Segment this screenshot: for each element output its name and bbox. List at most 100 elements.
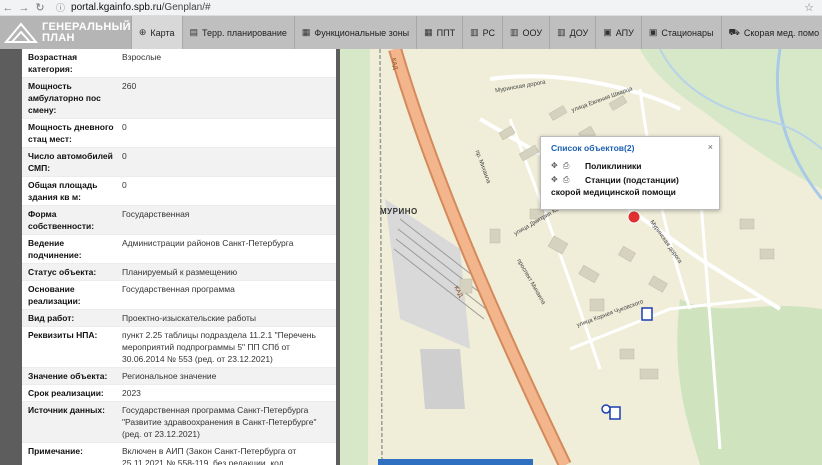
popup-item-label: скорой медицинской помощи	[551, 187, 676, 197]
popup-item-ambulance-stations-cont: скорой медицинской помощи	[551, 187, 676, 197]
book-icon: ▥	[557, 27, 566, 37]
attribute-name: Источник данных:	[28, 405, 105, 415]
attribute-name: Форма собственности:	[28, 209, 95, 231]
table-row: Мощность амбулаторно пос смену: 260	[22, 78, 336, 119]
logo-line-1: ГЕНЕРАЛЬНЫЙ	[42, 20, 131, 33]
attribute-value: пункт 2.25 таблицы подраздела 11.2.1 "Пе…	[122, 330, 316, 364]
table-row: Число автомобилей СМП: 0	[22, 148, 336, 177]
tab-hospitals[interactable]: ▣ Стационары	[640, 16, 721, 49]
attribute-value: Администрации районов Санкт-Петербурга	[122, 238, 294, 248]
popup-item-polyclinics[interactable]: ✥ ⎙ Поликлиники	[551, 161, 642, 171]
tab-territorial-planning[interactable]: ▤ Терр. планирование	[181, 16, 294, 49]
attribute-value: Региональное значение	[122, 371, 217, 381]
file-icon: ▥	[470, 27, 479, 37]
tab-label: Терр. планирование	[202, 27, 287, 38]
book-icon: ▥	[510, 27, 519, 37]
map-canvas	[340, 49, 822, 465]
tab-label: Скорая мед. помо	[743, 27, 820, 38]
app-logo[interactable]: ГЕНЕРАЛЬНЫЙ ПЛАН	[0, 16, 131, 49]
tab-map[interactable]: ⊕ Карта	[130, 16, 182, 49]
popup-item-ambulance-stations[interactable]: ✥ ⎙ Станции (подстанции)	[551, 175, 679, 185]
attribute-value: 0	[122, 151, 127, 161]
tab-ppt[interactable]: ▦ ППТ	[416, 16, 462, 49]
attribute-value: 0	[122, 122, 127, 132]
close-icon[interactable]: ×	[708, 142, 713, 152]
app-header: ГЕНЕРАЛЬНЫЙ ПЛАН ⊕ Карта ▤ Терр. планирова…	[0, 16, 822, 49]
attribute-name: Срок реализации:	[28, 388, 104, 398]
attribute-name: Ведение подчинение:	[28, 238, 82, 260]
logo-line-2: ПЛАН	[42, 31, 75, 44]
tab-rs[interactable]: ▥ РС	[462, 16, 502, 49]
map-view[interactable]: Муринская дорога улица Евгения Шварца пр…	[340, 49, 822, 465]
attribute-value: Включен в АИП (Закон Санкт-Петербурга от…	[122, 446, 297, 465]
globe-icon: ⊕	[138, 27, 147, 37]
move-print-icons: ✥ ⎙	[551, 161, 570, 170]
table-row: Общая площадь здания кв м: 0	[22, 177, 336, 206]
table-row: Вид работ: Проектно-изыскательские работы	[22, 310, 336, 327]
attribute-value: Взрослые	[122, 52, 162, 62]
attribute-table: Возрастная категория: Взрослые Мощность а…	[22, 49, 336, 465]
tab-dou[interactable]: ▥ ДОУ	[549, 16, 595, 49]
attribute-value: Проектно-изыскательские работы	[122, 313, 257, 323]
attribute-value: 260	[122, 81, 137, 91]
object-info-panel: Возрастная категория: Взрослые Мощность а…	[0, 49, 340, 465]
tab-label: ДОУ	[569, 27, 589, 38]
attribute-value: Государственная программа	[122, 284, 235, 294]
popup-title[interactable]: Список объектов(2)	[551, 143, 634, 153]
move-print-icons: ✥ ⎙	[551, 175, 570, 184]
attribute-name: Возрастная категория:	[28, 52, 78, 74]
logo-icon	[4, 21, 38, 43]
tab-label: ООУ	[522, 27, 543, 38]
monitor-icon: ▣	[603, 27, 612, 37]
attribute-name: Число автомобилей СМП:	[28, 151, 113, 173]
popup-item-label: Поликлиники	[585, 161, 642, 171]
back-arrow-icon[interactable]: ←	[0, 2, 16, 14]
attribute-name: Мощность амбулаторно пос смену:	[28, 81, 101, 115]
table-row: Основание реализации: Государственная про…	[22, 281, 336, 310]
table-row: Срок реализации: 2023	[22, 385, 336, 402]
table-row: Источник данных: Государственная программ…	[22, 402, 336, 443]
attribute-value: 2023	[122, 388, 141, 398]
address-bar[interactable]: portal.kgainfo.spb.ru/Genplan/#	[71, 2, 211, 13]
tab-apu[interactable]: ▣ АПУ	[595, 16, 641, 49]
tab-label: ППТ	[436, 27, 456, 38]
browser-toolbar: ← → ↻ ⓘ portal.kgainfo.spb.ru/Genplan/# …	[0, 0, 822, 16]
table-row: Мощность дневного стац мест: 0	[22, 119, 336, 148]
attribute-name: Мощность дневного стац мест:	[28, 122, 114, 144]
hospital-icon: ▣	[648, 27, 658, 37]
map-bottom-button[interactable]	[378, 459, 533, 465]
tab-label: Карта	[150, 27, 175, 38]
attribute-value: Государственная	[122, 209, 190, 219]
document-icon: ▤	[189, 27, 199, 37]
table-row: Форма собственности: Государственная	[22, 206, 336, 235]
attribute-name: Вид работ:	[28, 313, 75, 323]
bookmark-star-icon[interactable]: ☆	[804, 1, 814, 14]
attribute-name: Общая площадь здания кв м:	[28, 180, 98, 202]
logo-text: ГЕНЕРАЛЬНЫЙ ПЛАН	[42, 20, 131, 44]
table-row: Ведение подчинение: Администрации районов…	[22, 235, 336, 264]
tab-label: Функциональные зоны	[314, 27, 410, 38]
attribute-value: Государственная программа Санкт-Петербур…	[122, 405, 317, 439]
table-row: Возрастная категория: Взрослые	[22, 49, 336, 78]
url-path: /Genplan/#	[161, 2, 211, 13]
tab-label: АПУ	[615, 27, 634, 38]
table-row: Значение объекта: Региональное значение	[22, 368, 336, 385]
tab-label: РС	[482, 27, 496, 38]
tab-functional-zones[interactable]: ▦ Функциональные зоны	[293, 16, 416, 49]
attribute-name: Основание реализации:	[28, 284, 81, 306]
lock-icon: ⓘ	[56, 3, 66, 13]
popup-item-label: Станции (подстанции)	[585, 175, 679, 185]
attribute-value: 0	[122, 180, 127, 190]
tab-ambulance[interactable]: ⛟ Скорая мед. помо	[720, 16, 822, 49]
table-row: Примечание: Включен в АИП (Закон Санкт-Пе…	[22, 443, 336, 465]
attribute-value: Планируемый к размещению	[122, 267, 238, 277]
ambulance-icon: ⛟	[728, 26, 740, 37]
layers-icon: ▦	[301, 27, 311, 37]
attribute-name: Значение объекта:	[28, 371, 108, 381]
reload-icon[interactable]: ↻	[32, 1, 48, 14]
attribute-name: Реквизиты НПА:	[28, 330, 98, 340]
grid-icon: ▦	[424, 27, 433, 37]
attribute-name: Статус объекта:	[28, 267, 97, 277]
tab-oou[interactable]: ▥ ООУ	[502, 16, 549, 49]
forward-arrow-icon[interactable]: →	[16, 2, 32, 14]
